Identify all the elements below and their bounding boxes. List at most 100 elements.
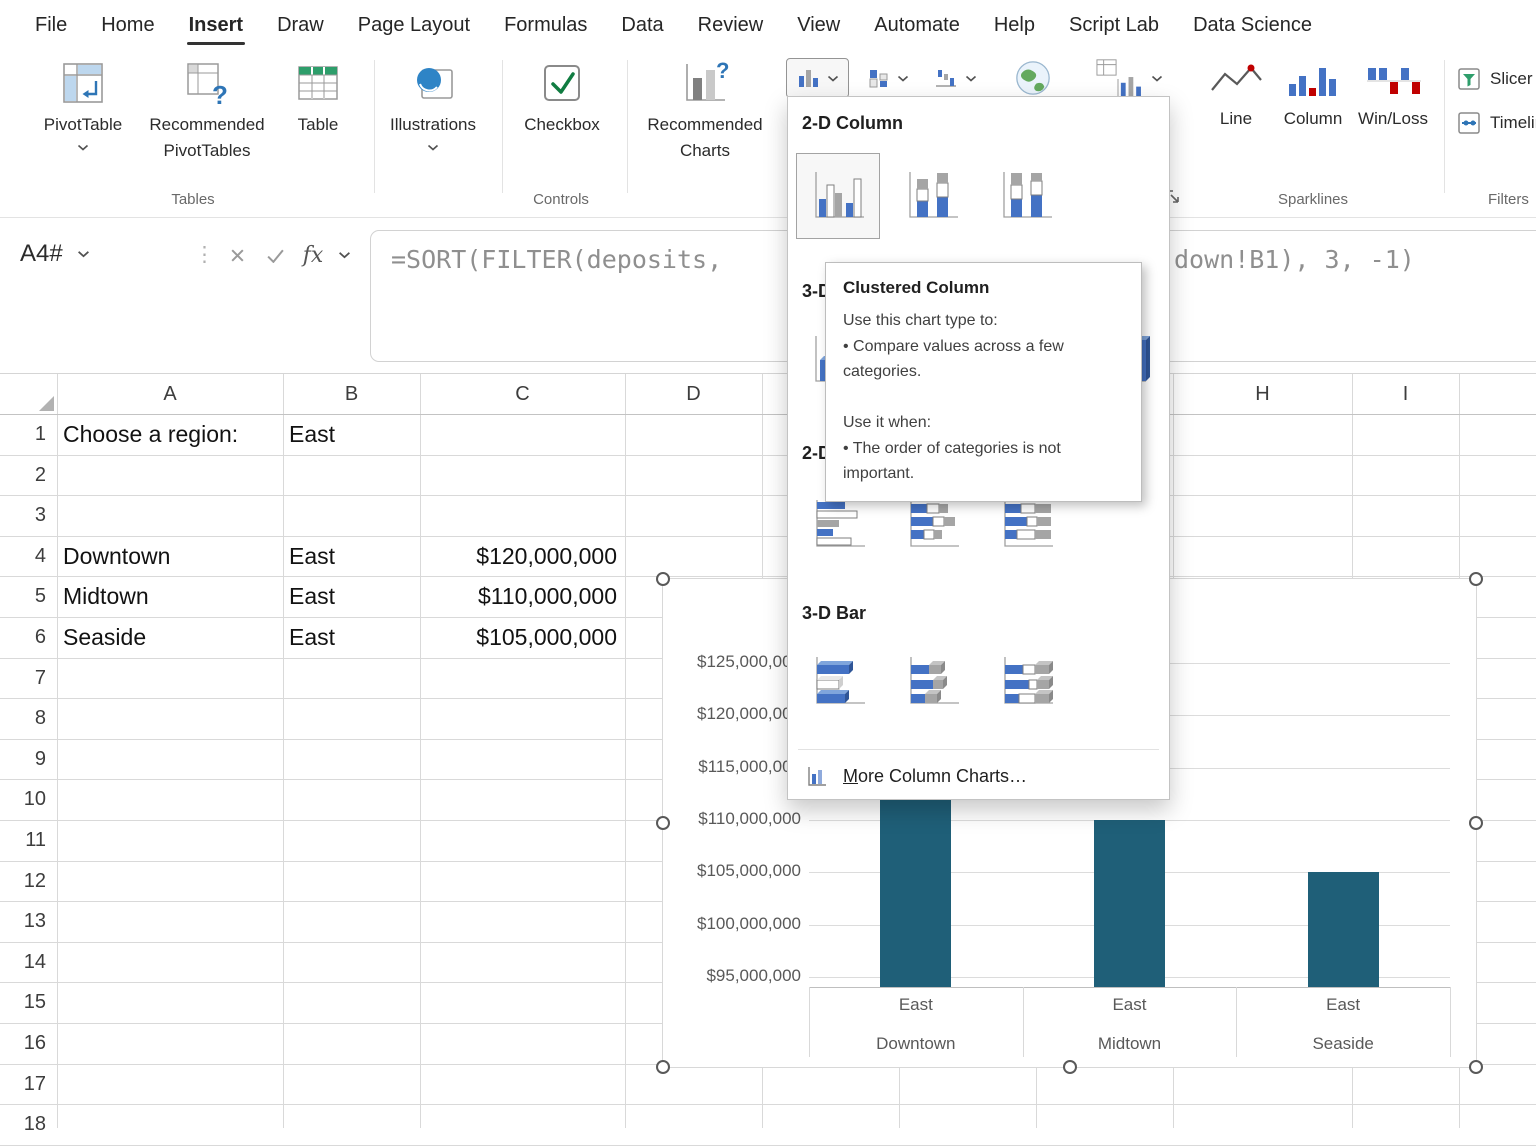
menu-tab-draw[interactable]: Draw bbox=[260, 0, 341, 50]
tooltip-text-line: Use this chart type to: bbox=[843, 308, 1124, 334]
column-header-D[interactable]: D bbox=[625, 374, 762, 414]
column-header-I[interactable]: I bbox=[1352, 374, 1459, 414]
chart-selection-handle-bottom-left[interactable] bbox=[656, 1060, 670, 1074]
checkbox-button[interactable]: Checkbox bbox=[515, 60, 609, 138]
row-header-4[interactable]: 4 bbox=[0, 536, 46, 577]
cell-C5[interactable]: $110,000,000 bbox=[426, 576, 617, 617]
cell-B6[interactable]: East bbox=[289, 617, 412, 658]
menu-tab-script-lab[interactable]: Script Lab bbox=[1052, 0, 1176, 50]
more-column-charts-label: More Column Charts… bbox=[843, 766, 1027, 787]
row-header-1[interactable]: 1 bbox=[0, 414, 46, 455]
row-header-10[interactable]: 10 bbox=[0, 779, 46, 820]
insert-statistic-chart-button[interactable] bbox=[924, 58, 987, 98]
cell-B5[interactable]: East bbox=[289, 576, 412, 617]
cell-A1[interactable]: Choose a region: bbox=[63, 414, 275, 455]
cell-B1[interactable]: East bbox=[289, 414, 412, 455]
row-header-6[interactable]: 6 bbox=[0, 617, 46, 658]
recommended-pivottables-button[interactable]: ? Recommended PivotTables bbox=[136, 60, 278, 165]
cell-C4[interactable]: $120,000,000 bbox=[426, 536, 617, 577]
chart-thumb-stacked-column[interactable] bbox=[890, 153, 974, 239]
menu-tab-automate[interactable]: Automate bbox=[857, 0, 977, 50]
chart-thumb-3d-clustered-bar[interactable] bbox=[796, 638, 880, 724]
chart-thumb-pct-stacked-column[interactable] bbox=[984, 153, 1068, 239]
menu-tab-help[interactable]: Help bbox=[977, 0, 1052, 50]
maps-button[interactable] bbox=[1002, 58, 1064, 98]
illustrations-button[interactable]: Illustrations bbox=[384, 60, 482, 151]
grid-line bbox=[0, 1104, 1536, 1105]
menu-tab-home[interactable]: Home bbox=[84, 0, 171, 50]
grid-line bbox=[57, 374, 58, 1128]
recommended-charts-button[interactable]: ? Recommended Charts bbox=[638, 60, 772, 165]
name-box[interactable]: A4# bbox=[0, 232, 180, 276]
row-header-2[interactable]: 2 bbox=[0, 455, 46, 496]
cell-B4[interactable]: East bbox=[289, 536, 412, 577]
tooltip-text-line: categories. bbox=[843, 359, 1124, 385]
timeline-icon bbox=[1456, 110, 1482, 136]
chart-bar-midtown[interactable] bbox=[1094, 820, 1165, 987]
row-header-8[interactable]: 8 bbox=[0, 698, 46, 739]
sparkline-winloss-button[interactable]: Win/Loss bbox=[1363, 60, 1423, 132]
y-axis-tick-label: $105,000,000 bbox=[667, 861, 801, 881]
row-header-9[interactable]: 9 bbox=[0, 739, 46, 780]
chart-selection-handle-mid-right[interactable] bbox=[1469, 816, 1483, 830]
chart-selection-handle-top-right[interactable] bbox=[1469, 572, 1483, 586]
enter-button[interactable] bbox=[258, 240, 292, 270]
cancel-button[interactable] bbox=[220, 240, 254, 270]
row-header-18[interactable]: 18 bbox=[0, 1104, 46, 1145]
chart-selection-handle-mid-left[interactable] bbox=[656, 816, 670, 830]
menu-tab-data[interactable]: Data bbox=[604, 0, 680, 50]
menu-tab-view[interactable]: View bbox=[780, 0, 857, 50]
pivotchart-button[interactable] bbox=[1082, 58, 1173, 98]
table-button[interactable]: Table bbox=[286, 60, 350, 138]
check-icon bbox=[266, 248, 285, 263]
row-header-5[interactable]: 5 bbox=[0, 576, 46, 617]
row-header-14[interactable]: 14 bbox=[0, 942, 46, 983]
row-header-12[interactable]: 12 bbox=[0, 861, 46, 902]
section-title-2-d-column: 2-D Column bbox=[802, 113, 903, 134]
cell-C6[interactable]: $105,000,000 bbox=[426, 617, 617, 658]
sparkline-line-button[interactable]: Line bbox=[1206, 60, 1266, 132]
row-header-11[interactable]: 11 bbox=[0, 820, 46, 861]
column-header-A[interactable]: A bbox=[57, 374, 283, 414]
chart-thumb-3d-stacked-bar[interactable] bbox=[890, 638, 974, 724]
row-header-17[interactable]: 17 bbox=[0, 1064, 46, 1105]
row-header-3[interactable]: 3 bbox=[0, 495, 46, 536]
row-header-13[interactable]: 13 bbox=[0, 901, 46, 942]
column-header-H[interactable]: H bbox=[1173, 374, 1352, 414]
select-all-button[interactable] bbox=[0, 374, 57, 414]
chart-thumb-clustered-column[interactable] bbox=[796, 153, 880, 239]
menu-tab-formulas[interactable]: Formulas bbox=[487, 0, 604, 50]
column-header-C[interactable]: C bbox=[420, 374, 625, 414]
timeline-button[interactable]: Timeline bbox=[1456, 106, 1536, 140]
chart-bar-seaside[interactable] bbox=[1308, 872, 1379, 987]
column-header-B[interactable]: B bbox=[283, 374, 420, 414]
formula-bar-drag-handle[interactable]: ⋮ bbox=[194, 242, 215, 267]
chevron-down-icon[interactable] bbox=[338, 251, 351, 259]
row-header-7[interactable]: 7 bbox=[0, 658, 46, 699]
row-header-16[interactable]: 16 bbox=[0, 1023, 46, 1064]
chart-selection-handle-top-left[interactable] bbox=[656, 572, 670, 586]
chart-selection-handle-bottom-right[interactable] bbox=[1469, 1060, 1483, 1074]
cell-A6[interactable]: Seaside bbox=[63, 617, 275, 658]
row-header-15[interactable]: 15 bbox=[0, 982, 46, 1023]
x-axis-line bbox=[809, 987, 1450, 988]
illustrations-icon bbox=[409, 60, 457, 106]
sparkline-column-button[interactable]: Column bbox=[1278, 60, 1348, 132]
menu-tab-data-science[interactable]: Data Science bbox=[1176, 0, 1329, 50]
pivottable-button[interactable]: PivotTable bbox=[36, 60, 130, 151]
checkbox-icon bbox=[539, 60, 585, 106]
menu-tab-review[interactable]: Review bbox=[681, 0, 781, 50]
slicer-button[interactable]: Slicer bbox=[1456, 62, 1536, 96]
insert-column-chart-button[interactable] bbox=[786, 58, 849, 98]
chart-selection-handle-bottom-center[interactable] bbox=[1063, 1060, 1077, 1074]
menu-tab-page-layout[interactable]: Page Layout bbox=[341, 0, 487, 50]
menu-tab-file[interactable]: File bbox=[18, 0, 84, 50]
menu-tab-insert[interactable]: Insert bbox=[172, 0, 260, 50]
insert-function-button[interactable]: fx bbox=[296, 240, 330, 270]
cell-A5[interactable]: Midtown bbox=[63, 576, 275, 617]
insert-bar-chart-button[interactable] bbox=[856, 58, 919, 98]
chart-thumb-3d-pct-stacked-bar[interactable] bbox=[984, 638, 1068, 724]
more-column-charts-item[interactable]: More Column Charts… bbox=[788, 755, 1169, 797]
cell-A4[interactable]: Downtown bbox=[63, 536, 275, 577]
group-separator bbox=[627, 60, 628, 193]
